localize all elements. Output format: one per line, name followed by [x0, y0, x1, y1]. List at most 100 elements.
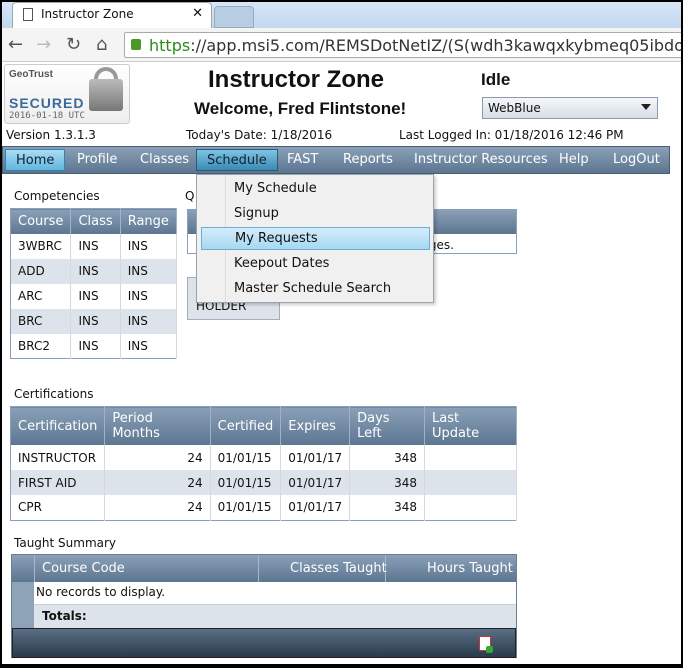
- table-cell: 348: [349, 445, 425, 470]
- column-header[interactable]: Certification: [10, 406, 106, 445]
- table-cell: 24: [104, 470, 211, 495]
- table-cell: FIRST AID: [10, 470, 106, 495]
- skin-select[interactable]: WebBlue: [482, 97, 658, 119]
- seal-label: SECURED: [9, 95, 85, 111]
- menu-reports[interactable]: Reports: [333, 149, 403, 171]
- table-cell: INS: [70, 333, 121, 359]
- taught-summary-grid: Course Code Classes Taught Hours Taught …: [11, 554, 517, 658]
- column-header[interactable]: Last Update: [424, 406, 518, 445]
- col-class[interactable]: Class: [70, 208, 121, 234]
- menu-help[interactable]: Help: [549, 149, 599, 171]
- forward-icon[interactable]: →: [36, 34, 51, 55]
- table-cell: INS: [120, 283, 178, 309]
- table-cell: INS: [70, 283, 121, 309]
- browser-toolbar: ← → ↻ ⌂ https://app.msi5.com/REMSDotNetI…: [2, 28, 681, 62]
- table-row[interactable]: ARC INS INS: [10, 283, 178, 309]
- new-tab-button[interactable]: [214, 6, 254, 28]
- table-cell: INS: [120, 258, 178, 284]
- grid-footer: [12, 628, 516, 658]
- table-cell: 24: [104, 445, 211, 470]
- geotrust-seal[interactable]: GeoTrust SECURED 2016-01-18 UTC: [4, 64, 130, 124]
- status-text: Idle: [481, 70, 511, 89]
- menu-classes[interactable]: Classes: [130, 149, 199, 171]
- table-cell: 348: [349, 495, 425, 520]
- close-tab-icon[interactable]: ✕: [192, 6, 203, 21]
- competencies-title: Competencies: [14, 189, 100, 203]
- seal-date: 2016-01-18 UTC: [9, 111, 85, 121]
- column-header[interactable]: Expires: [280, 406, 351, 445]
- table-row[interactable]: ADD INS INS: [10, 258, 178, 284]
- empty-message: No records to display.: [34, 582, 516, 605]
- reload-icon[interactable]: ↻: [66, 34, 81, 55]
- seal-brand: GeoTrust: [9, 69, 53, 80]
- menu-item-my-schedule[interactable]: My Schedule: [201, 178, 430, 201]
- menu-item-signup[interactable]: Signup: [201, 203, 430, 226]
- browser-window: Instructor Zone ✕ ← → ↻ ⌂ https://app.msi…: [2, 2, 681, 664]
- last-logged-in: Last Logged In: 01/18/2016 12:46 PM: [399, 128, 624, 142]
- menu-item-keepout-dates[interactable]: Keepout Dates: [201, 253, 430, 276]
- url-text: ://app.msi5.com/REMSDotNetIZ/(S(wdh3kawq…: [190, 36, 681, 55]
- url-scheme: https: [149, 36, 191, 55]
- table-cell: INSTRUCTOR: [10, 445, 106, 470]
- schedule-dropdown: My Schedule Signup My Requests Keepout D…: [196, 174, 434, 303]
- certifications-title: Certifications: [14, 387, 94, 401]
- table-row[interactable]: BRC INS INS: [10, 308, 178, 334]
- table-cell: 01/01/17: [280, 470, 351, 495]
- col-course-code[interactable]: Course Code: [42, 561, 125, 576]
- table-cell: 3WBRC: [10, 233, 72, 259]
- menu-fast[interactable]: FAST: [277, 149, 328, 171]
- table-row[interactable]: FIRST AID 24 01/01/15 01/01/17 348: [10, 470, 518, 495]
- col-course[interactable]: Course: [10, 208, 72, 234]
- table-cell: INS: [70, 233, 121, 259]
- menu-schedule[interactable]: Schedule: [196, 149, 278, 171]
- menu-item-master-schedule-search[interactable]: Master Schedule Search: [201, 278, 430, 301]
- table-cell: 01/01/17: [280, 445, 351, 470]
- col-classes-taught[interactable]: Classes Taught: [290, 561, 387, 576]
- table-row[interactable]: CPR 24 01/01/15 01/01/17 348: [10, 495, 518, 520]
- column-header[interactable]: Period Months: [104, 406, 211, 445]
- menu-item-my-requests[interactable]: My Requests: [201, 227, 430, 250]
- tab-bar: Instructor Zone ✕: [2, 2, 681, 28]
- table-cell: [424, 495, 518, 520]
- lock-icon: [131, 39, 141, 50]
- skin-value: WebBlue: [488, 101, 541, 115]
- table-cell: ADD: [10, 258, 72, 284]
- table-cell: 348: [349, 470, 425, 495]
- menu-profile[interactable]: Profile: [67, 149, 127, 171]
- page-icon: [23, 8, 33, 21]
- table-cell: BRC: [10, 308, 72, 334]
- col-hours-taught[interactable]: Hours Taught: [427, 561, 513, 576]
- padlock-body: [89, 79, 123, 111]
- table-cell: BRC2: [10, 333, 72, 359]
- table-cell: INS: [120, 308, 178, 334]
- home-icon[interactable]: ⌂: [96, 34, 107, 55]
- menu-home[interactable]: Home: [5, 149, 66, 171]
- table-cell: 01/01/17: [280, 495, 351, 520]
- column-header[interactable]: Certified: [210, 406, 282, 445]
- todays-date: Today's Date: 1/18/2016: [186, 128, 333, 142]
- table-cell: [424, 470, 518, 495]
- table-cell: INS: [70, 308, 121, 334]
- col-range[interactable]: Range: [120, 208, 178, 234]
- totals-row: Totals:: [34, 605, 516, 628]
- table-cell: [424, 445, 518, 470]
- competencies-table: Course Class Range 3WBRC INS INS ADD INS INS ARC…: [10, 208, 178, 359]
- main-menu: Home Profile Classes Schedule FAST Repor…: [2, 146, 670, 174]
- table-cell: 01/01/15: [210, 470, 282, 495]
- table-cell: INS: [120, 333, 178, 359]
- page-title: Instructor Zone: [208, 66, 385, 93]
- table-row[interactable]: INSTRUCTOR 24 01/01/15 01/01/17 348: [10, 445, 518, 470]
- menu-instructor-resources[interactable]: Instructor Resources: [404, 149, 558, 171]
- table-row[interactable]: 3WBRC INS INS: [10, 233, 178, 259]
- browser-tab[interactable]: Instructor Zone ✕: [12, 2, 212, 28]
- welcome-text: Welcome, Fred Flintstone!: [194, 99, 407, 118]
- table-row[interactable]: BRC2 INS INS: [10, 333, 178, 359]
- column-header[interactable]: Days Left: [349, 406, 425, 445]
- divider: [258, 555, 259, 582]
- version: Version 1.3.1.3: [6, 128, 96, 142]
- table-cell: CPR: [10, 495, 106, 520]
- address-bar[interactable]: https://app.msi5.com/REMSDotNetIZ/(S(wdh…: [124, 32, 681, 58]
- back-icon[interactable]: ←: [8, 34, 23, 55]
- menu-logout[interactable]: LogOut: [603, 149, 670, 171]
- export-pdf-icon[interactable]: [479, 636, 493, 653]
